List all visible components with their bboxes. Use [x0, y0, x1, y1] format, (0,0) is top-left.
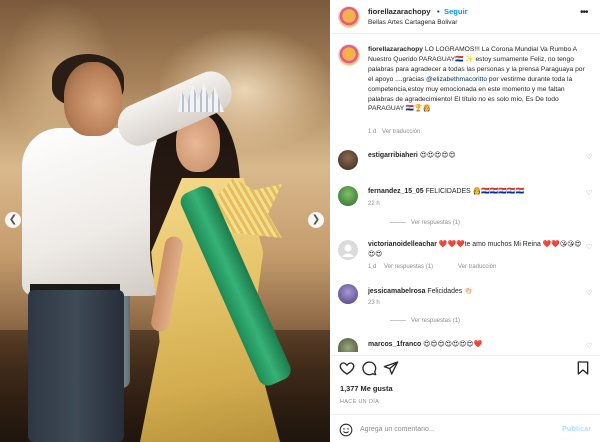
photo-man-shirt [22, 128, 162, 296]
comment-avatar[interactable] [338, 186, 358, 206]
comment-item: estigarribiaheri 😍😍😍😍😍 [368, 151, 588, 161]
post-header: fiorellazarachopy • Seguir Bellas Artes … [330, 0, 600, 34]
comment-username[interactable]: fernandez_15_05 [368, 188, 424, 195]
comment-avatar[interactable] [338, 284, 358, 304]
post-time[interactable]: HACE UN DÍA [340, 399, 379, 405]
caption-username[interactable]: fiorellazarachopy [368, 46, 423, 53]
comment-item: marcos_1franco 😍😍😍😍😍😍😍❤️ [368, 340, 588, 350]
photo-man-head [64, 62, 122, 136]
comment-input[interactable] [360, 422, 550, 436]
bookmark-icon[interactable] [575, 360, 591, 376]
post-side-panel: fiorellazarachopy • Seguir Bellas Artes … [330, 0, 600, 442]
chevron-left-icon[interactable]: ❮ [5, 212, 21, 228]
comment-text: FELICIDADES 👸🇵🇾🇵🇾🇵🇾🇵🇾🇵🇾 [425, 188, 525, 195]
comment-username[interactable]: marcos_1franco [368, 341, 421, 348]
comment-heart-icon[interactable]: ♡ [586, 244, 594, 252]
header-separator: • [437, 7, 440, 16]
comment-icon[interactable] [361, 360, 377, 376]
heart-icon[interactable] [339, 360, 355, 376]
post-comment-button[interactable]: Publicar [562, 424, 591, 433]
smiley-icon[interactable] [339, 423, 353, 437]
comment-translate-link[interactable]: Ver traducción [458, 264, 496, 270]
caption-translate-link[interactable]: Ver traducción [382, 129, 420, 135]
comment-heart-icon[interactable]: ♡ [586, 343, 594, 351]
header-username[interactable]: fiorellazarachopy [368, 7, 430, 16]
send-icon[interactable] [383, 360, 399, 376]
view-replies-label: Ver respuestas (1) [411, 318, 461, 324]
more-horizontal-icon[interactable]: ••• [580, 7, 588, 18]
location-link[interactable]: Bellas Artes Cartagena Bolivar [368, 19, 457, 26]
caption-time[interactable]: 1 d [368, 129, 376, 135]
add-comment-row: Publicar [330, 414, 600, 442]
comment-item: victorianoidelleachar ❤️❤️❤️te amo mucho… [368, 240, 588, 260]
photo-man-pants [28, 290, 124, 442]
post-caption: fiorellazarachopy LO LOGRAMOS!!! La Coro… [368, 45, 590, 114]
default-user-icon [341, 244, 355, 257]
comment-avatar[interactable] [338, 150, 358, 170]
comment-time[interactable]: 23 h [368, 300, 380, 306]
comment-time[interactable]: 22 h [368, 201, 380, 207]
view-replies-link[interactable]: Ver respuestas (1) [390, 318, 460, 324]
likes-count[interactable]: 1,377 Me gusta [340, 384, 393, 393]
post-photo[interactable]: ❮ ❯ [0, 0, 330, 442]
avatar[interactable] [338, 6, 360, 28]
comment-heart-icon[interactable]: ♡ [586, 290, 594, 298]
view-replies-link[interactable]: Ver respuestas (1) [390, 220, 460, 226]
view-replies-label: Ver respuestas (1) [411, 220, 461, 226]
chevron-right-icon[interactable]: ❯ [308, 212, 324, 228]
comment-replies-count[interactable]: Ver respuestas (1) [384, 264, 433, 270]
comment-text: 😍😍😍😍😍😍😍❤️ [423, 341, 483, 348]
replies-line [390, 319, 406, 321]
comment-text: 😍😍😍😍😍 [419, 152, 456, 159]
comment-heart-icon[interactable]: ♡ [586, 190, 594, 198]
comment-avatar[interactable] [338, 240, 358, 260]
comment-heart-icon[interactable]: ♡ [586, 154, 594, 162]
caption-mention[interactable]: @elizabethmacoritto [426, 76, 487, 83]
caption-avatar[interactable] [338, 44, 360, 66]
comment-username[interactable]: estigarribiaheri [368, 152, 418, 159]
comment-time[interactable]: 1 d [368, 264, 376, 270]
comment-username[interactable]: jessicamabelrosa [368, 288, 425, 295]
comment-avatar[interactable] [338, 338, 358, 352]
comment-item: jessicamabelrosa Felicidades 👏🏻 [368, 287, 588, 297]
post-actions [330, 356, 600, 382]
comment-text: Felicidades 👏🏻 [427, 288, 473, 295]
follow-button[interactable]: Seguir [444, 7, 468, 16]
replies-line [390, 221, 406, 223]
comment-item: fernandez_15_05 FELICIDADES 👸🇵🇾🇵🇾🇵🇾🇵🇾🇵🇾 [368, 187, 588, 197]
comment-username[interactable]: victorianoidelleachar [368, 241, 437, 248]
